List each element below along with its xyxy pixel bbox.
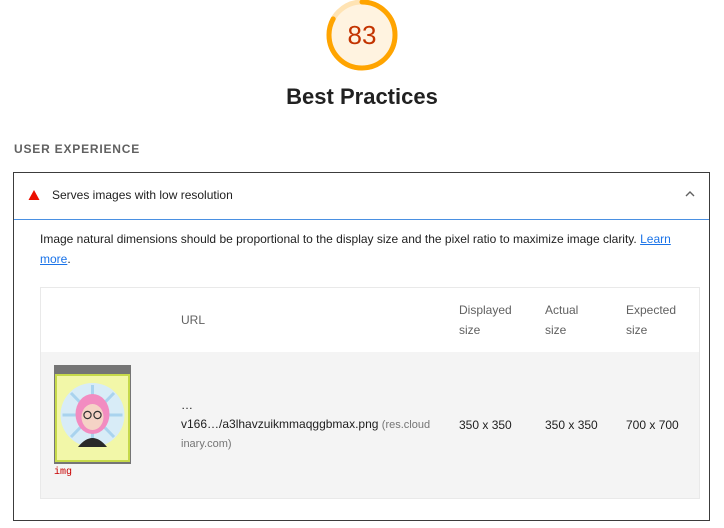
- column-header-url: URL: [181, 313, 206, 327]
- displayed-size-value: 350 x 350: [459, 418, 512, 432]
- audit-description: Image natural dimensions should be propo…: [40, 232, 671, 266]
- element-label: img: [54, 467, 73, 478]
- column-header-displayed-size: Displayed size: [459, 303, 512, 337]
- url-ellipsis: …: [181, 398, 193, 412]
- url-host-part2: inary.com): [181, 438, 232, 450]
- actual-size-value: 350 x 350: [545, 418, 598, 432]
- audit-header[interactable]: Serves images with low resolution: [14, 173, 709, 220]
- category-title: Best Practices: [286, 84, 438, 109]
- column-header-expected-size: Expected size: [626, 303, 677, 337]
- audit-description-text: Image natural dimensions should be propo…: [40, 232, 637, 246]
- audit-low-resolution-images: Serves images with low resolution Image …: [13, 172, 710, 521]
- table-row: img … v166…/a3lhavzuikmmaqggbmax.png (re…: [41, 352, 699, 498]
- column-header-actual-size: Actual size: [545, 303, 579, 337]
- url-host-part1: (res.cloud: [381, 419, 431, 431]
- expected-size-value: 700 x 700: [626, 418, 679, 432]
- url-path-text: v166…/a3lhavzuikmmaqggbmax.png: [181, 417, 379, 431]
- image-thumbnail[interactable]: [54, 365, 131, 464]
- details-table: URL Displayed size Actual size Expected siz…: [40, 287, 700, 499]
- score-value: 83: [347, 19, 377, 50]
- warning-triangle-icon: [28, 190, 40, 200]
- group-title: USER EXPERIENCE: [14, 142, 141, 156]
- url-path: v166…/a3lhavzuikmmaqggbmax.png (res.clou…: [181, 417, 430, 431]
- audit-title: Serves images with low resolution: [52, 188, 233, 202]
- chevron-up-icon[interactable]: [685, 190, 695, 198]
- score-gauge: 83: [325, 0, 399, 72]
